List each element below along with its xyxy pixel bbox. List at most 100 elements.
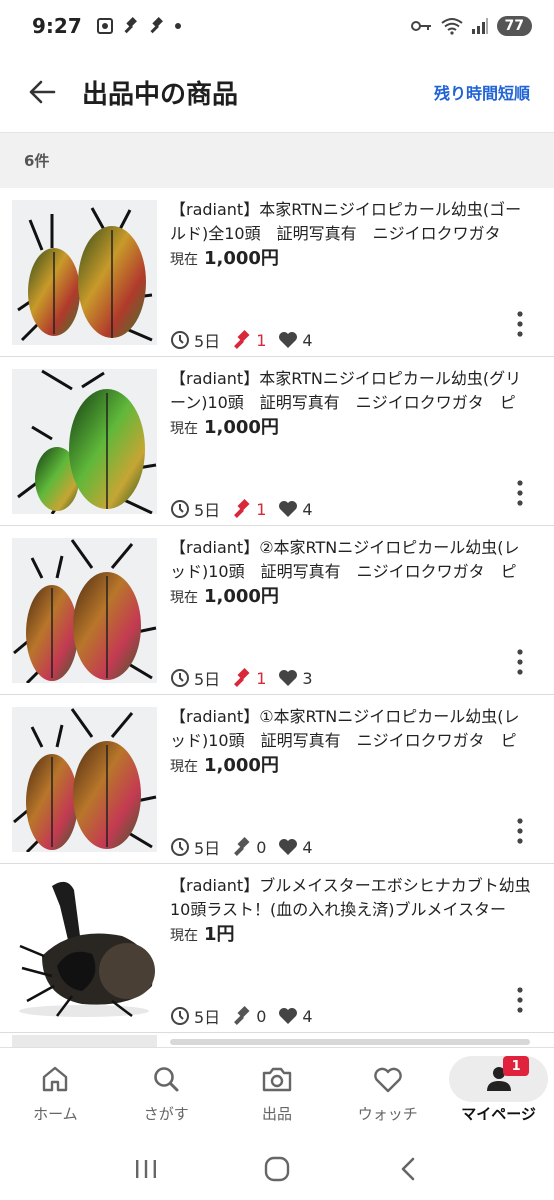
item-thumbnail[interactable] [12, 876, 157, 1021]
battery-indicator: 77 [496, 16, 532, 36]
price-row: 現在 1,000円 [170, 244, 279, 270]
watch-count: 3 [302, 668, 313, 688]
item-title[interactable]: 【radiant】①本家RTNニジイロピカール幼虫(レッド)10頭 証明写真有 … [170, 705, 532, 753]
clock-icon [170, 1006, 190, 1026]
stats-row: 5日 1 3 [170, 666, 321, 690]
item-title[interactable]: 【radiant】②本家RTNニジイロピカール幼虫(レッド)10頭 証明写真有 … [170, 536, 532, 584]
price-label: 現在 [170, 252, 198, 268]
clock-icon [170, 668, 190, 688]
arrow-left-icon [29, 80, 56, 104]
more-options-button[interactable] [510, 815, 530, 847]
more-vertical-icon [517, 480, 523, 506]
item-thumbnail[interactable] [12, 707, 157, 852]
price-value: 1,000円 [204, 586, 279, 607]
bid-count: 1 [256, 499, 267, 519]
item-title[interactable]: 【radiant】本家RTNニジイロピカール幼虫(グリーン)10頭 証明写真有 … [170, 367, 532, 415]
stats-row: 5日 1 4 [170, 497, 321, 521]
gavel-icon [150, 17, 163, 34]
chevron-left-icon [402, 1157, 415, 1180]
more-options-button[interactable] [510, 646, 530, 678]
time-remaining: 5日 [194, 501, 221, 520]
item-title[interactable]: 【radiant】ブルメイスターエボシヒナカブト幼虫10頭ラスト！(血の入れ換え… [170, 874, 532, 922]
heart-icon [278, 499, 298, 519]
stats-row: 5日 1 4 [170, 328, 321, 352]
heart-icon [278, 668, 298, 688]
more-vertical-icon [517, 311, 523, 337]
recent-apps-icon [135, 1159, 156, 1178]
price-label: 現在 [170, 421, 198, 437]
more-options-button[interactable] [510, 308, 530, 340]
watch-count: 4 [302, 1006, 313, 1026]
list-item[interactable]: 【radiant】本家RTNニジイロピカール幼虫(グリーン)10頭 証明写真有 … [0, 357, 554, 526]
price-value: 1,000円 [204, 248, 279, 269]
home-system-button[interactable] [255, 1147, 299, 1191]
list-item-partial [0, 1033, 554, 1047]
dot-icon [174, 23, 181, 29]
nav-mypage[interactable]: 1 マイページ [443, 1048, 554, 1137]
nav-label: さがす [143, 1105, 189, 1123]
price-value: 1円 [204, 924, 235, 945]
bid-count: 0 [256, 1006, 267, 1026]
gavel-icon [232, 1006, 252, 1026]
recent-apps-button[interactable] [124, 1147, 168, 1191]
item-thumbnail[interactable] [12, 200, 157, 345]
time-remaining: 5日 [194, 1008, 221, 1027]
app-header: 出品中の商品 残り時間短順 [0, 52, 554, 132]
gavel-icon [232, 668, 252, 688]
notification-badge: 1 [503, 1056, 530, 1076]
nav-label: ホーム [33, 1105, 78, 1123]
stats-row: 5日 0 4 [170, 1004, 321, 1028]
nav-label: マイページ [461, 1105, 536, 1123]
price-value: 1,000円 [204, 417, 279, 438]
listing-list: 【radiant】本家RTNニジイロピカール幼虫(ゴールド)全10頭 証明写真有… [0, 188, 554, 1033]
screenshot-icon [96, 18, 113, 34]
nav-label: 出品 [261, 1105, 292, 1123]
clock-icon [170, 330, 190, 350]
bottom-nav: ホーム さがす 出品 ウォッチ 1 マイページ [0, 1047, 554, 1137]
price-label: 現在 [170, 928, 198, 944]
watch-count: 4 [302, 837, 313, 857]
status-notification-icons [96, 17, 182, 35]
gavel-icon [232, 499, 252, 519]
sort-button[interactable]: 残り時間短順 [434, 80, 530, 104]
page-title: 出品中の商品 [82, 79, 239, 110]
price-value: 1,000円 [204, 755, 279, 776]
heart-icon [370, 1061, 406, 1097]
search-icon [148, 1061, 184, 1097]
nav-watch[interactable]: ウォッチ [332, 1048, 443, 1137]
list-item[interactable]: 【radiant】①本家RTNニジイロピカール幼虫(レッド)10頭 証明写真有 … [0, 695, 554, 864]
back-system-button[interactable] [386, 1147, 430, 1191]
nav-label: ウォッチ [357, 1105, 418, 1123]
item-thumbnail[interactable] [12, 538, 157, 683]
list-item[interactable]: 【radiant】ブルメイスターエボシヒナカブト幼虫10頭ラスト！(血の入れ換え… [0, 864, 554, 1033]
gavel-icon [232, 837, 252, 857]
price-row: 現在 1,000円 [170, 582, 279, 608]
stats-row: 5日 0 4 [170, 835, 321, 859]
more-vertical-icon [517, 987, 523, 1013]
heart-icon [278, 837, 298, 857]
bid-count: 1 [256, 330, 267, 350]
price-row: 現在 1,000円 [170, 413, 279, 439]
key-icon [410, 21, 431, 31]
watch-count: 4 [302, 499, 313, 519]
time-remaining: 5日 [194, 670, 221, 689]
item-title[interactable]: 【radiant】本家RTNニジイロピカール幼虫(ゴールド)全10頭 証明写真有… [170, 198, 532, 246]
more-vertical-icon [517, 649, 523, 675]
nav-sell[interactable]: 出品 [222, 1048, 333, 1137]
more-options-button[interactable] [510, 984, 530, 1016]
nav-home[interactable]: ホーム [0, 1048, 111, 1137]
heart-icon [278, 330, 298, 350]
item-thumbnail[interactable] [12, 369, 157, 514]
list-item[interactable]: 【radiant】本家RTNニジイロピカール幼虫(ゴールド)全10頭 証明写真有… [0, 188, 554, 357]
watch-count: 4 [302, 330, 313, 350]
list-item[interactable]: 【radiant】②本家RTNニジイロピカール幼虫(レッド)10頭 証明写真有 … [0, 526, 554, 695]
gavel-icon [232, 330, 252, 350]
bid-count: 0 [256, 837, 267, 857]
more-options-button[interactable] [510, 477, 530, 509]
circle-home-icon [264, 1156, 290, 1181]
nav-search[interactable]: さがす [111, 1048, 222, 1137]
price-label: 現在 [170, 759, 198, 775]
time-remaining: 5日 [194, 839, 221, 858]
back-button[interactable] [24, 74, 60, 110]
signal-icon [471, 18, 488, 34]
